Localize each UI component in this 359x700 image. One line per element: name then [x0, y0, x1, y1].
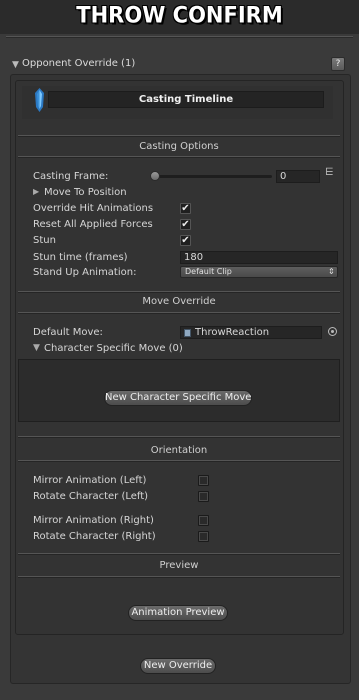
character-specific-move-foldout[interactable]: Character Specific Move (0): [44, 343, 183, 354]
mirror-left-checkbox[interactable]: [198, 475, 209, 486]
rotate-left-checkbox[interactable]: [198, 491, 209, 502]
stand-up-animation-label: Stand Up Animation:: [33, 267, 137, 278]
move-to-position-foldout[interactable]: Move To Position: [44, 187, 127, 198]
section-divider: [18, 156, 340, 158]
rotate-right-label: Rotate Character (Right): [33, 531, 156, 542]
casting-options-header: Casting Options: [139, 141, 219, 152]
override-hit-animations-checkbox[interactable]: ✔: [180, 203, 191, 214]
override-hit-animations-label: Override Hit Animations: [33, 203, 154, 214]
preview-header: Preview: [159, 560, 199, 571]
section-divider: [18, 436, 340, 438]
stand-up-animation-dropdown[interactable]: Default Clip: [180, 266, 338, 278]
script-asset-icon: [184, 329, 191, 337]
object-picker-icon[interactable]: [328, 327, 337, 336]
casting-timeline-label: Casting Timeline: [138, 94, 234, 105]
section-divider: [18, 553, 340, 555]
opponent-override-foldout[interactable]: Opponent Override (1): [22, 58, 135, 69]
stun-time-label: Stun time (frames): [33, 252, 128, 263]
crystal-icon: [35, 88, 44, 112]
reset-forces-label: Reset All Applied Forces: [33, 219, 153, 230]
section-divider: [18, 291, 340, 293]
override-settings-panel: [15, 80, 344, 635]
menu-icon[interactable]: ⋿: [325, 167, 334, 178]
animation-preview-button[interactable]: Animation Preview: [128, 605, 228, 621]
section-divider: [18, 460, 340, 462]
dropdown-arrow-icon: ⇕: [328, 267, 335, 276]
rotate-left-label: Rotate Character (Left): [33, 491, 149, 502]
default-move-label: Default Move:: [33, 327, 103, 338]
char-specific-arrow-icon[interactable]: ▼: [33, 343, 40, 353]
casting-frame-slider[interactable]: [155, 175, 272, 178]
mirror-right-label: Mirror Animation (Right): [33, 515, 154, 526]
default-move-field[interactable]: ThrowReaction: [180, 326, 322, 339]
move-override-header: Move Override: [142, 296, 216, 307]
section-divider: [18, 312, 340, 314]
foldout-arrow-icon[interactable]: ▼: [12, 60, 19, 70]
slider-thumb[interactable]: [150, 171, 160, 181]
section-divider: [18, 576, 340, 578]
stun-label: Stun: [33, 235, 56, 246]
page-title: THROW CONFIRM: [76, 2, 283, 28]
section-divider: [18, 135, 340, 137]
stun-time-input[interactable]: 180: [180, 251, 338, 264]
divider: [6, 36, 353, 38]
mirror-right-checkbox[interactable]: [198, 515, 209, 526]
casting-frame-input[interactable]: 0: [276, 170, 320, 183]
stun-checkbox[interactable]: ✔: [180, 235, 191, 246]
new-character-specific-move-button[interactable]: New Character Specific Move: [104, 390, 252, 406]
help-icon[interactable]: ?: [331, 57, 345, 71]
reset-forces-checkbox[interactable]: ✔: [180, 219, 191, 230]
mirror-left-label: Mirror Animation (Left): [33, 475, 147, 486]
rotate-right-checkbox[interactable]: [198, 531, 209, 542]
move-to-position-arrow-icon[interactable]: ▶: [33, 187, 39, 196]
new-override-button[interactable]: New Override: [140, 658, 216, 674]
orientation-header: Orientation: [150, 445, 208, 456]
casting-frame-label: Casting Frame:: [33, 171, 109, 182]
